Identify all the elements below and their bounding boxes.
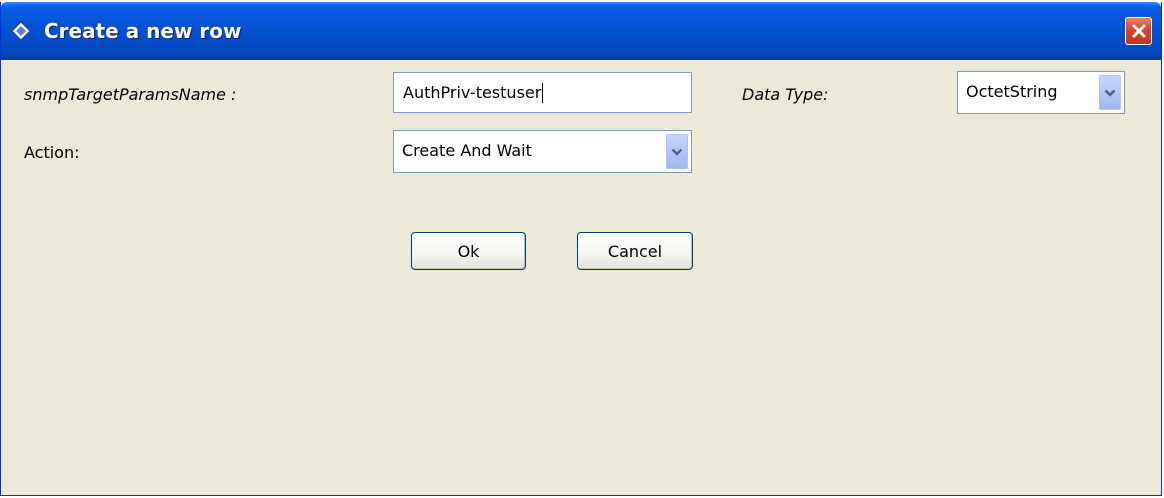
close-icon [1132,24,1145,38]
params-name-value: AuthPriv-testuser [403,83,542,102]
dialog-title: Create a new row [44,19,242,43]
data-type-label: Data Type: [742,85,829,104]
action-dropdown-button[interactable] [666,134,688,169]
action-select[interactable]: Create And Wait [393,130,692,173]
params-name-label: snmpTargetParamsName : [24,85,237,104]
data-type-dropdown-button[interactable] [1099,75,1121,110]
dialog-content [1,60,1161,495]
ok-button[interactable]: Ok [411,232,526,270]
chevron-down-icon [1104,89,1116,97]
close-button[interactable] [1125,17,1152,45]
action-value: Create And Wait [402,141,532,160]
params-name-input[interactable]: AuthPriv-testuser [393,72,692,113]
diamond-app-icon [11,21,31,41]
data-type-value: OctetString [966,82,1058,101]
chevron-down-icon [671,148,683,156]
action-label: Action: [24,143,80,162]
text-caret [542,82,544,103]
title-bar[interactable]: Create a new row [1,2,1161,60]
cancel-button[interactable]: Cancel [577,232,693,270]
data-type-select[interactable]: OctetString [957,71,1125,114]
